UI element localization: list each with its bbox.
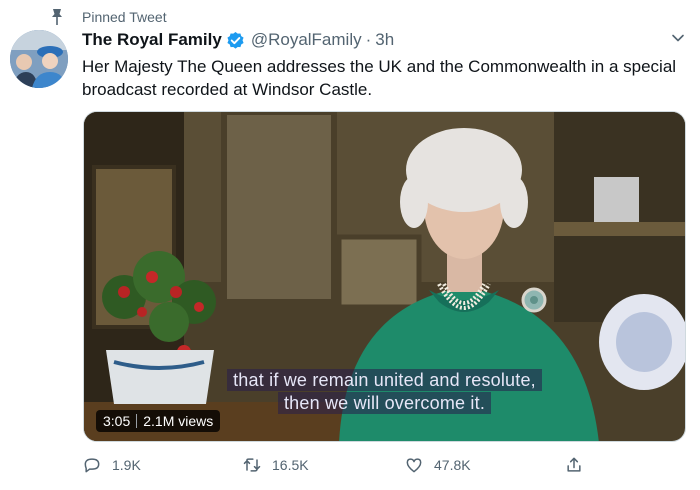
verified-badge-icon — [227, 31, 244, 49]
tweet-header: The Royal Family @RoyalFamily · 3h — [82, 29, 394, 51]
badge-divider — [136, 414, 138, 428]
display-name[interactable]: The Royal Family — [82, 30, 222, 50]
heart-icon — [406, 458, 422, 473]
video-player[interactable]: that if we remain united and resolute, t… — [83, 111, 686, 442]
video-info-badge: 3:05 2.1M views — [96, 410, 221, 432]
like-count: 47.8K — [434, 457, 471, 473]
reply-icon — [84, 458, 100, 473]
separator: · — [365, 30, 372, 49]
tweet-text: Her Majesty The Queen addresses the UK a… — [82, 57, 677, 99]
reply-button[interactable]: 1.9K — [82, 455, 141, 475]
share-icon — [567, 457, 581, 472]
pin-icon — [52, 9, 62, 25]
pinned-label: Pinned Tweet — [82, 9, 167, 25]
chevron-down-icon[interactable] — [670, 30, 686, 46]
reply-count: 1.9K — [112, 457, 141, 473]
like-button[interactable]: 47.8K — [404, 455, 471, 475]
video-duration: 3:05 — [103, 413, 131, 429]
retweet-count: 16.5K — [272, 457, 309, 473]
pinned-tweet-indicator: Pinned Tweet — [52, 7, 167, 27]
timestamp[interactable]: 3h — [375, 30, 394, 50]
subtitle-line-1: that if we remain united and resolute, — [84, 369, 685, 391]
video-views: 2.1M views — [143, 413, 214, 429]
handle[interactable]: @RoyalFamily — [251, 30, 362, 50]
retweet-icon — [243, 458, 261, 472]
avatar[interactable] — [10, 30, 68, 88]
retweet-button[interactable]: 16.5K — [242, 455, 309, 475]
tweet-actions: 1.9K 16.5K 47.8K — [82, 455, 592, 479]
share-button[interactable] — [564, 455, 584, 475]
